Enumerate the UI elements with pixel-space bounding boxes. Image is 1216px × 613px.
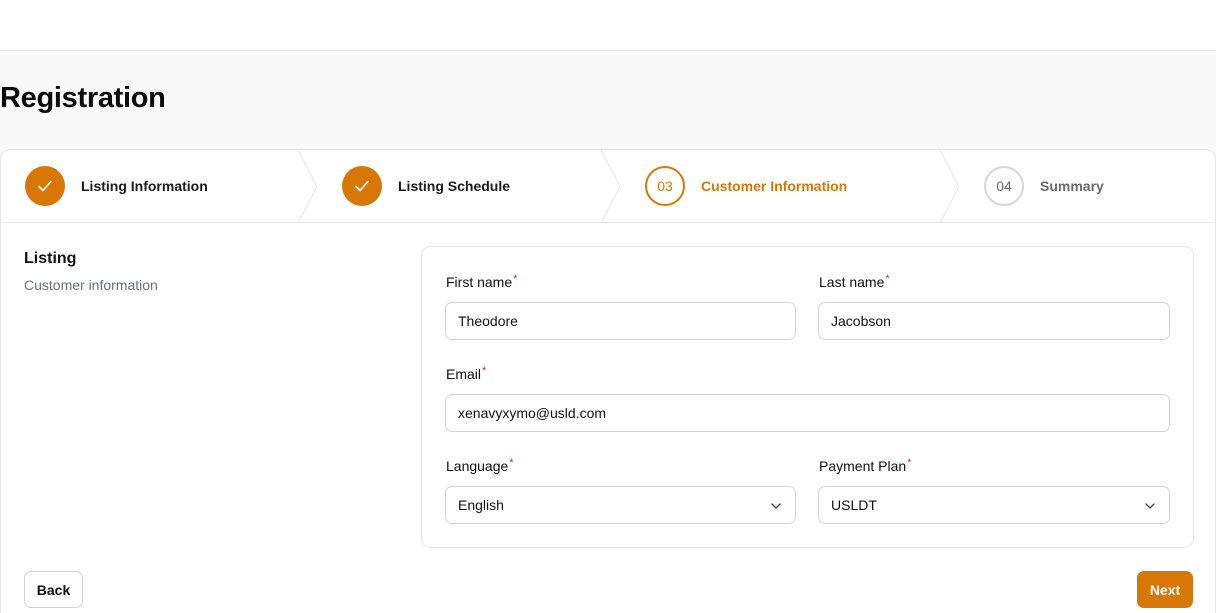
- section-title: Listing: [24, 250, 77, 267]
- next-button[interactable]: Next: [1137, 571, 1193, 608]
- email-label: Email*: [446, 365, 487, 382]
- step-separator: [297, 150, 318, 223]
- first-name-label: First name*: [446, 273, 518, 290]
- stepper: Listing Information Listing Schedule 03 …: [1, 150, 1215, 223]
- required-mark: *: [482, 365, 487, 377]
- step-2-label: Listing Schedule: [398, 178, 511, 194]
- section-subtitle: Customer information: [24, 277, 158, 293]
- required-mark: *: [509, 457, 514, 469]
- chevron-down-icon: [771, 503, 781, 509]
- step-summary[interactable]: 04 Summary: [984, 150, 1104, 222]
- check-icon: [38, 180, 52, 192]
- language-label: Language*: [446, 457, 514, 474]
- page-title: Registration: [0, 82, 166, 114]
- last-name-label: Last name*: [819, 273, 890, 290]
- step-2-circle: [342, 166, 382, 206]
- top-bar: [0, 0, 1216, 51]
- back-button[interactable]: Back: [24, 571, 83, 608]
- step-customer-information[interactable]: 03 Customer Information: [645, 150, 847, 222]
- step-separator: [600, 150, 621, 223]
- step-separator: [939, 150, 960, 223]
- chevron-down-icon: [1145, 503, 1155, 509]
- first-name-field[interactable]: Theodore: [445, 302, 796, 340]
- step-listing-schedule[interactable]: Listing Schedule: [342, 150, 510, 222]
- step-4-label: Summary: [1040, 178, 1104, 194]
- step-1-label: Listing Information: [81, 178, 208, 194]
- payment-plan-label: Payment Plan*: [819, 457, 912, 474]
- language-select[interactable]: English: [445, 486, 796, 524]
- required-mark: *: [885, 273, 890, 285]
- payment-plan-select[interactable]: USLDT: [818, 486, 1170, 524]
- step-3-circle: 03: [645, 166, 685, 206]
- step-4-circle: 04: [984, 166, 1024, 206]
- required-mark: *: [907, 457, 912, 469]
- registration-card: Listing Information Listing Schedule 03 …: [0, 149, 1216, 613]
- required-mark: *: [513, 273, 518, 285]
- check-icon: [355, 180, 369, 192]
- step-listing-information[interactable]: Listing Information: [25, 150, 208, 222]
- customer-form: First name* Theodore Last name* Jacobson…: [421, 246, 1194, 548]
- last-name-field[interactable]: Jacobson: [818, 302, 1170, 340]
- step-3-label: Customer Information: [701, 178, 848, 194]
- step-1-circle: [25, 166, 65, 206]
- email-field[interactable]: xenavyxymo@usld.com: [445, 394, 1170, 432]
